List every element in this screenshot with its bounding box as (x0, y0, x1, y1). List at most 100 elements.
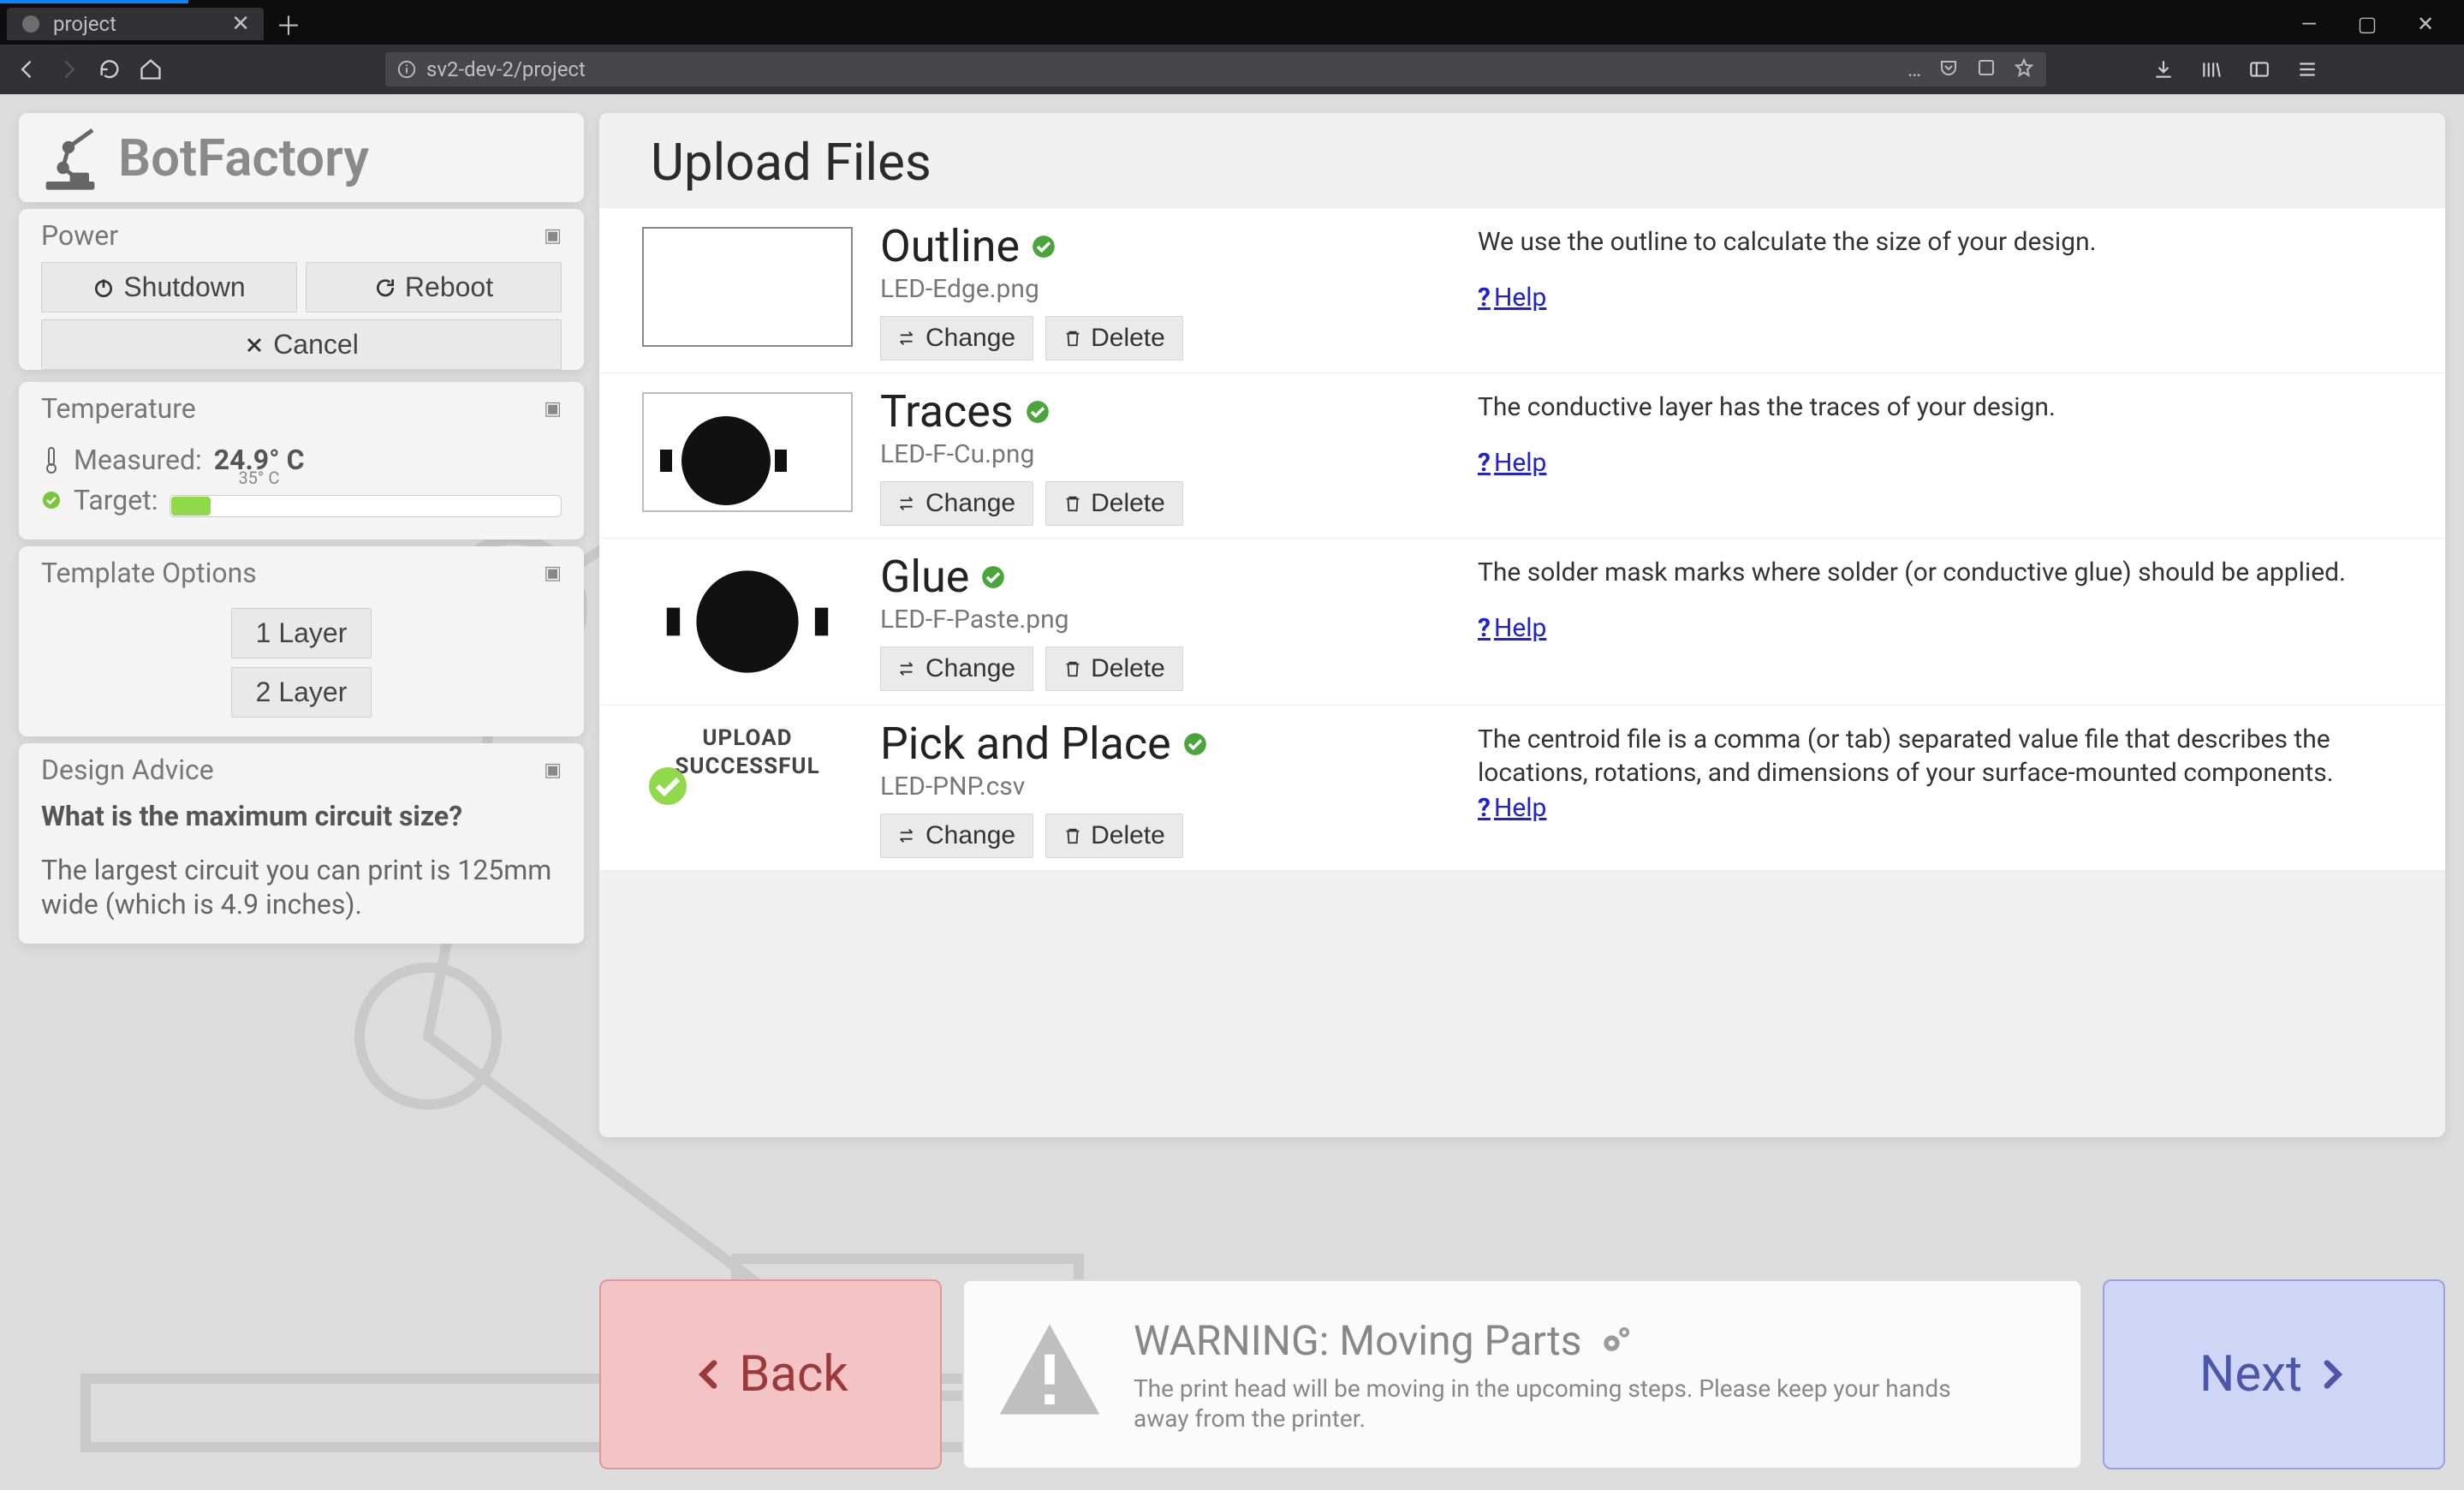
advice-question: What is the maximum circuit size? (41, 800, 562, 832)
swap-icon (898, 826, 917, 845)
next-label: Next (2199, 1345, 2302, 1404)
maximize-icon[interactable]: ▢ (2353, 12, 2382, 36)
sidebar-icon[interactable] (2248, 58, 2271, 80)
star-icon[interactable] (2014, 57, 2034, 78)
download-icon[interactable] (2152, 58, 2175, 80)
trash-icon (1063, 826, 1082, 845)
change-label: Change (925, 489, 1015, 518)
delete-label: Delete (1091, 489, 1165, 518)
change-button[interactable]: Change (880, 316, 1033, 361)
description-pick-place: The centroid file is a comma (or tab) se… (1478, 723, 2394, 790)
target-slider[interactable]: 35° C (170, 483, 562, 517)
checkmark-icon (1032, 235, 1056, 259)
address-bar[interactable]: sv2-dev-2/project … (385, 52, 2046, 86)
logo-icon (34, 123, 103, 192)
collapse-icon[interactable]: ▣ (544, 225, 562, 247)
help-link[interactable]: ? Help (1478, 793, 2394, 823)
template-panel: Template Options ▣ 1 Layer 2 Layer (19, 546, 584, 736)
collapse-icon[interactable]: ▣ (544, 563, 562, 584)
delete-button[interactable]: Delete (1045, 481, 1183, 526)
menu-icon[interactable] (2296, 58, 2318, 80)
browser-tab[interactable]: project ✕ (7, 8, 264, 40)
thumbnail-glue (634, 551, 861, 693)
advice-panel: Design Advice ▣ What is the maximum circ… (19, 743, 584, 944)
main-area: Upload Files Outline LED-Edge.png Cha (599, 113, 2445, 1192)
brand-card: BotFactory (19, 113, 584, 202)
trash-icon (1063, 329, 1082, 348)
chevron-left-icon (693, 1357, 727, 1392)
help-label: Help (1494, 613, 1546, 643)
help-link[interactable]: ? Help (1478, 613, 2394, 643)
nav-reload-icon[interactable] (98, 57, 123, 81)
one-layer-button[interactable]: 1 Layer (231, 608, 372, 659)
change-button[interactable]: Change (880, 814, 1033, 858)
delete-button[interactable]: Delete (1045, 814, 1183, 858)
upload-status-line2: SUCCESSFUL (675, 753, 819, 781)
help-label: Help (1494, 283, 1546, 313)
close-window-icon[interactable]: ✕ (2411, 12, 2440, 36)
help-link[interactable]: ? Help (1478, 448, 2394, 478)
filename-outline: LED-Edge.png (880, 274, 1461, 304)
delete-button[interactable]: Delete (1045, 647, 1183, 691)
collapse-icon[interactable]: ▣ (544, 398, 562, 420)
shutdown-button[interactable]: Shutdown (41, 262, 297, 313)
main-card: Upload Files Outline LED-Edge.png Cha (599, 113, 2445, 1137)
pocket-icon[interactable] (1938, 57, 1959, 78)
collapse-icon[interactable]: ▣ (544, 760, 562, 781)
checkmark-icon (41, 490, 62, 510)
warning-body: The print head will be moving in the upc… (1134, 1374, 1973, 1433)
reboot-button[interactable]: Reboot (306, 262, 562, 313)
filename-pick-place: LED-PNP.csv (880, 772, 1461, 802)
measured-label: Measured: (74, 444, 202, 476)
help-label: Help (1494, 448, 1546, 478)
new-tab-button[interactable]: ＋ (264, 0, 313, 48)
file-title-outline: Outline (880, 220, 1020, 272)
two-layer-button[interactable]: 2 Layer (231, 667, 372, 718)
description-glue: The solder mask marks where solder (or c… (1478, 556, 2394, 589)
nav-back-icon[interactable] (15, 57, 41, 81)
sidebar: BotFactory Power ▣ Shutdown Reboot Cance… (19, 113, 584, 951)
page-title: Upload Files (599, 113, 2445, 208)
tab-close-icon[interactable]: ✕ (231, 11, 250, 37)
thermometer-icon (41, 446, 62, 474)
help-link[interactable]: ? Help (1478, 283, 2394, 313)
reader-icon[interactable] (1976, 57, 1997, 78)
footer: Back WARNING: Moving Parts The print hea… (599, 1279, 2445, 1469)
cancel-icon (244, 335, 265, 355)
change-label: Change (925, 324, 1015, 353)
library-icon[interactable] (2200, 58, 2223, 80)
warning-icon (990, 1310, 1110, 1439)
file-row-traces: Traces LED-F-Cu.png Change Delete (599, 373, 2445, 539)
slider-tick-label: 35° C (238, 468, 279, 488)
template-header: Template Options (41, 557, 257, 589)
filename-glue: LED-F-Paste.png (880, 605, 1461, 635)
nav-bar: sv2-dev-2/project … (0, 45, 2464, 94)
change-button[interactable]: Change (880, 647, 1033, 691)
nav-home-icon[interactable] (139, 57, 164, 81)
url-text: sv2-dev-2/project (426, 57, 586, 81)
shutdown-label: Shutdown (123, 271, 245, 303)
change-label: Change (925, 821, 1015, 850)
temperature-header: Temperature (41, 392, 196, 425)
window-controls: — ▢ ✕ (2294, 12, 2464, 36)
browser-chrome: project ✕ ＋ — ▢ ✕ sv2-dev-2/project … (0, 0, 2464, 94)
change-button[interactable]: Change (880, 481, 1033, 526)
file-row-outline: Outline LED-Edge.png Change Delete (599, 208, 2445, 373)
change-label: Change (925, 654, 1015, 683)
trash-icon (1063, 659, 1082, 678)
checkmark-icon (1183, 732, 1207, 756)
back-button[interactable]: Back (599, 1279, 942, 1469)
cancel-label: Cancel (273, 329, 359, 361)
next-button[interactable]: Next (2103, 1279, 2445, 1469)
warning-title: WARNING: Moving Parts (1134, 1316, 1582, 1365)
advice-answer: The largest circuit you can print is 125… (41, 853, 562, 921)
cancel-button[interactable]: Cancel (41, 319, 562, 370)
more-icon[interactable]: … (1908, 57, 1921, 81)
refresh-icon (374, 277, 396, 299)
thumbnail-outline (634, 220, 861, 354)
delete-button[interactable]: Delete (1045, 316, 1183, 361)
thumbnail-pick-place: UPLOAD SUCCESSFUL (634, 718, 861, 787)
checkmark-icon (981, 565, 1005, 589)
brand-title: BotFactory (118, 128, 369, 188)
minimize-icon[interactable]: — (2294, 12, 2324, 36)
